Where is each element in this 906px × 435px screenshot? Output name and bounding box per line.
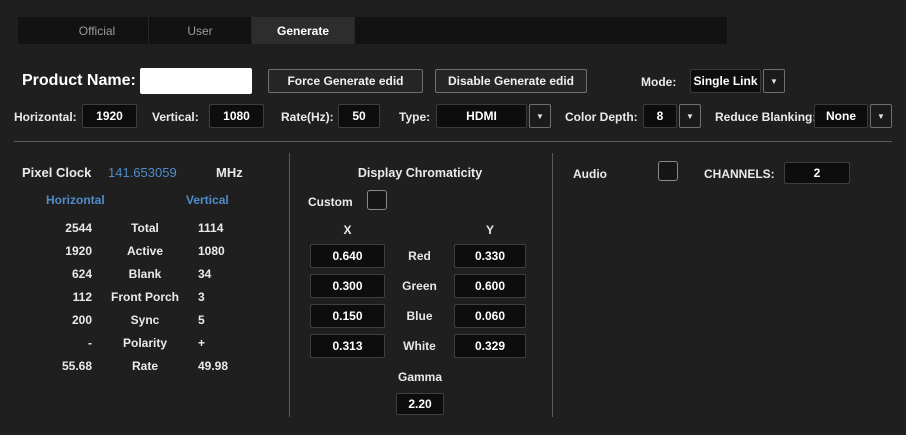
- timing-h-rate: 55.68: [61, 358, 92, 373]
- product-name-input[interactable]: [140, 68, 252, 94]
- edid-generator-window: Official User Generate Product Name: For…: [0, 0, 906, 435]
- color-depth-dropdown[interactable]: 8 ▼: [643, 104, 701, 128]
- rate-label: Rate(Hz):: [281, 110, 334, 124]
- timing-horizontal-header: Horizontal: [46, 193, 105, 207]
- timing-row-polarity: - Polarity +: [14, 331, 276, 354]
- timing-row-total: 2544 Total 1114: [14, 216, 276, 239]
- custom-checkbox[interactable]: [367, 190, 387, 210]
- timing-v-polarity: +: [198, 335, 206, 350]
- blue-x-input[interactable]: [310, 304, 385, 328]
- mode-value: Single Link: [690, 69, 761, 93]
- audio-label: Audio: [573, 167, 607, 181]
- pixel-clock-value: 141.653059: [108, 165, 177, 180]
- green-y-input[interactable]: [454, 274, 526, 298]
- timing-h-front-porch: 112: [72, 289, 92, 304]
- mode-dropdown[interactable]: Single Link ▼: [690, 69, 785, 93]
- left-section-divider: [289, 153, 290, 417]
- custom-label: Custom: [308, 195, 353, 209]
- chromaticity-x-header: X: [343, 223, 352, 237]
- green-x-input[interactable]: [310, 274, 385, 298]
- force-generate-edid-button[interactable]: Force Generate edid: [268, 69, 423, 93]
- timing-h-sync: 200: [71, 312, 92, 327]
- timing-row-rate: 55.68 Rate 49.98: [14, 354, 276, 377]
- chromaticity-y-header: Y: [485, 223, 494, 237]
- timing-vertical-header: Vertical: [186, 193, 229, 207]
- timing-h-total: 2544: [65, 220, 92, 235]
- tab-user[interactable]: User: [149, 17, 252, 44]
- timing-label-sync: Sync: [130, 312, 160, 327]
- channels-label: CHANNELS:: [704, 167, 775, 181]
- timing-v-rate: 49.98: [198, 358, 229, 373]
- chevron-down-icon: ▼: [679, 104, 701, 128]
- product-name-label: Product Name:: [22, 72, 136, 89]
- red-y-input[interactable]: [454, 244, 526, 268]
- right-section-divider: [552, 153, 553, 417]
- chevron-down-icon: ▼: [870, 104, 892, 128]
- timing-v-active: 1080: [198, 243, 225, 258]
- chromaticity-title: Display Chromaticity: [357, 166, 483, 180]
- type-label: Type:: [399, 110, 431, 124]
- timing-label-front-porch: Front Porch: [111, 289, 179, 304]
- blue-y-input[interactable]: [454, 304, 526, 328]
- horizontal-divider: [14, 141, 892, 142]
- timing-label-active: Active: [126, 243, 164, 258]
- tab-generate[interactable]: Generate: [252, 17, 355, 44]
- chevron-down-icon: ▼: [763, 69, 785, 93]
- gamma-label: Gamma: [397, 370, 443, 384]
- horizontal-label: Horizontal:: [14, 110, 77, 124]
- timing-v-blank: 34: [198, 266, 212, 281]
- rate-input[interactable]: [338, 104, 380, 128]
- white-x-input[interactable]: [310, 334, 385, 358]
- timing-h-blank: 624: [71, 266, 92, 281]
- blue-label: Blue: [406, 309, 433, 323]
- reduce-blanking-value: None: [814, 104, 868, 128]
- chevron-down-icon: ▼: [529, 104, 551, 128]
- red-x-input[interactable]: [310, 244, 385, 268]
- timing-v-front-porch: 3: [198, 289, 205, 304]
- chromaticity-table: Red Green Blue White: [310, 244, 526, 364]
- disable-generate-edid-button[interactable]: Disable Generate edid: [435, 69, 587, 93]
- type-dropdown[interactable]: HDMI ▼: [436, 104, 551, 128]
- timing-row-active: 1920 Active 1080: [14, 239, 276, 262]
- timing-h-polarity: -: [88, 335, 92, 350]
- color-depth-value: 8: [643, 104, 677, 128]
- timing-label-polarity: Polarity: [122, 335, 167, 350]
- tab-official[interactable]: Official: [46, 17, 149, 44]
- color-depth-label: Color Depth:: [565, 110, 638, 124]
- chromaticity-row-white: White: [310, 334, 526, 358]
- timing-v-sync: 5: [198, 312, 205, 327]
- white-label: White: [403, 339, 436, 353]
- chromaticity-row-red: Red: [310, 244, 526, 268]
- horizontal-input[interactable]: [82, 104, 137, 128]
- timing-v-total: 1114: [198, 220, 224, 235]
- chromaticity-row-blue: Blue: [310, 304, 526, 328]
- pixel-clock-unit: MHz: [216, 165, 243, 180]
- chromaticity-row-green: Green: [310, 274, 526, 298]
- red-label: Red: [408, 249, 431, 263]
- gamma-input[interactable]: [396, 393, 444, 415]
- timing-label-blank: Blank: [128, 266, 162, 281]
- audio-checkbox[interactable]: [658, 161, 678, 181]
- timing-label-total: Total: [131, 220, 159, 235]
- timing-row-front-porch: 112 Front Porch 3: [14, 285, 276, 308]
- green-label: Green: [402, 279, 437, 293]
- pixel-clock-label: Pixel Clock: [22, 165, 92, 180]
- timing-row-blank: 624 Blank 34: [14, 262, 276, 285]
- mode-label: Mode:: [641, 75, 677, 89]
- timing-h-active: 1920: [65, 243, 92, 258]
- tab-bar: Official User Generate: [18, 17, 727, 44]
- type-value: HDMI: [436, 104, 527, 128]
- reduce-blanking-label: Reduce Blanking:: [715, 110, 817, 124]
- vertical-label: Vertical:: [152, 110, 199, 124]
- white-y-input[interactable]: [454, 334, 526, 358]
- timing-table: 2544 Total 1114 1920 Active 1080 624 Bla…: [14, 216, 276, 377]
- vertical-input[interactable]: [209, 104, 264, 128]
- timing-row-sync: 200 Sync 5: [14, 308, 276, 331]
- channels-input[interactable]: [784, 162, 850, 184]
- timing-label-rate: Rate: [131, 358, 158, 373]
- reduce-blanking-dropdown[interactable]: None ▼: [814, 104, 892, 128]
